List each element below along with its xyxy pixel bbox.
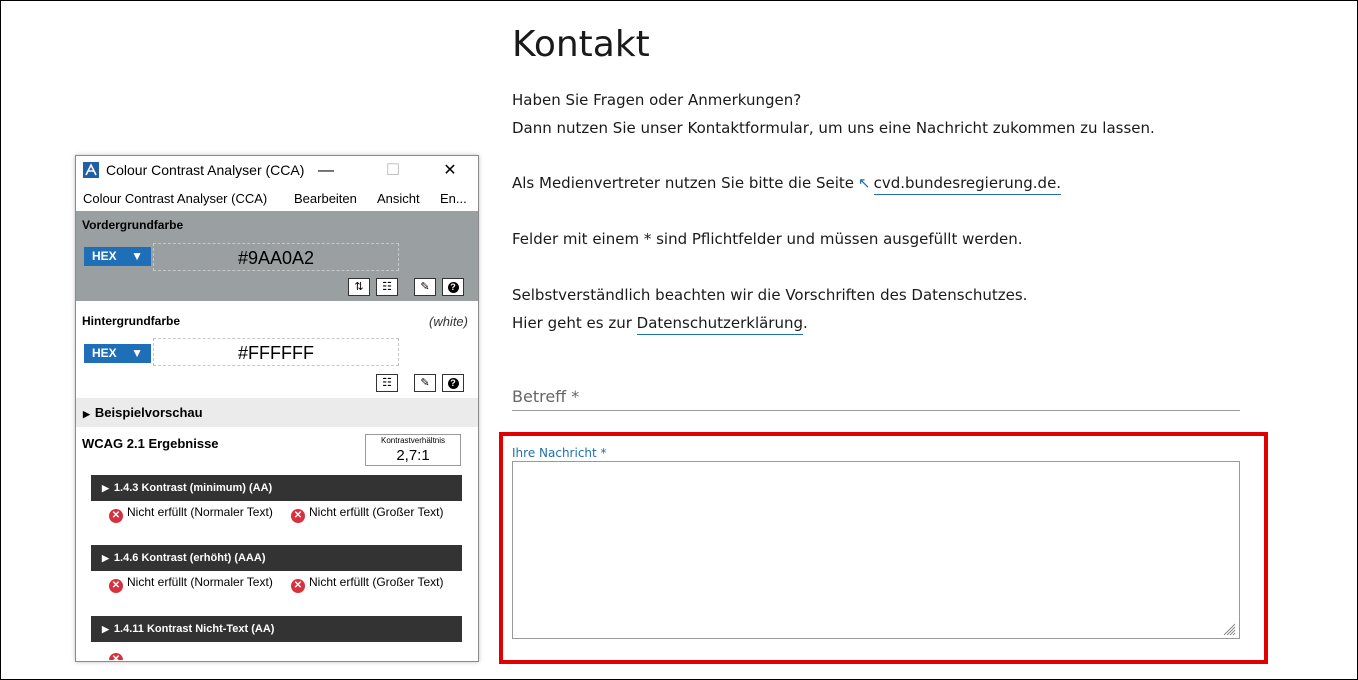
bg-eyedropper-button[interactable]: ✎ <box>414 374 436 392</box>
maximize-button[interactable]: ☐ <box>379 159 407 183</box>
media-paragraph: Als Medienvertreter nutzen Sie bitte die… <box>512 174 1062 195</box>
privacy-line-1: Selbstverständlich beachten wir die Vors… <box>512 286 1028 304</box>
ratio-value: 2,7:1 <box>396 447 430 464</box>
fail-icon: ✕ <box>109 579 123 593</box>
swap-button[interactable]: ⇅ <box>348 278 370 296</box>
result-normal-1-4-6: ✕ Nicht erfüllt (Normaler Text) <box>109 576 274 593</box>
intro-line-1: Haben Sie Fragen oder Anmerkungen? <box>512 91 802 109</box>
cca-titlebar[interactable]: Colour Contrast Analyser (CCA) — ☐ ✕ <box>76 156 478 186</box>
intro-line-2: Dann nutzen Sie unser Kontaktformular, u… <box>512 119 1155 137</box>
result-text: Nicht erfüllt (Normaler Text) <box>127 505 273 519</box>
cca-window: Colour Contrast Analyser (CCA) — ☐ ✕ Col… <box>75 155 479 662</box>
fail-icon: ✕ <box>109 653 123 660</box>
criterion-title: 1.4.3 Kontrast (minimum) (AA) <box>113 482 273 494</box>
preview-text: Beispielvorschau <box>94 405 203 420</box>
bg-help-button[interactable]: ? <box>442 374 464 392</box>
criterion-1-4-3[interactable]: ▶ 1.4.3 Kontrast (minimum) (AA) <box>91 475 462 501</box>
subject-field[interactable] <box>512 410 1240 411</box>
chevron-down-icon: ▼ <box>131 346 143 360</box>
result-large-1-4-6: ✕ Nicht erfüllt (Großer Text) <box>291 576 471 593</box>
background-format-select[interactable]: HEX ▼ <box>84 344 151 363</box>
criterion-title: 1.4.6 Kontrast (erhöht) (AAA) <box>113 552 266 564</box>
fail-icon: ✕ <box>109 509 123 523</box>
background-format-value: HEX <box>92 346 117 360</box>
message-field-label: Ihre Nachricht * <box>512 446 607 460</box>
background-color-name: (white) <box>428 314 468 329</box>
fail-icon: ✕ <box>291 579 305 593</box>
privacy-line-2: Hier geht es zur Datenschutzerklärung. <box>512 314 808 335</box>
sliders-icon: ☷ <box>382 281 392 293</box>
results-heading: WCAG 2.1 Ergebnisse <box>82 436 219 451</box>
required-note: Felder mit einem * sind Pflichtfelder un… <box>512 230 1023 248</box>
chevron-down-icon: ▼ <box>131 249 143 263</box>
cca-app-icon <box>83 162 99 178</box>
fg-help-button[interactable]: ? <box>442 278 464 296</box>
menu-app[interactable]: Colour Contrast Analyser (CCA) <box>83 191 267 206</box>
background-label: Hintergrundfarbe <box>82 314 181 328</box>
subject-field-label[interactable]: Betreff * <box>512 387 579 406</box>
page-title: Kontakt <box>512 24 650 65</box>
message-textarea[interactable] <box>512 461 1240 639</box>
privacy-prefix: Hier geht es zur <box>512 314 632 332</box>
result-row-1-4-11-clipped: ✕ <box>109 650 469 660</box>
result-text: Nicht erfüllt (Großer Text) <box>309 575 444 589</box>
result-text: Nicht erfüllt (Normaler Text) <box>127 575 273 589</box>
privacy-link[interactable]: Datenschutzerklärung <box>636 314 804 335</box>
triangle-right-icon: ▶ <box>83 409 90 419</box>
foreground-label: Vordergrundfarbe <box>82 218 184 232</box>
preview-toggle[interactable]: ▶ Beispielvorschau <box>76 398 478 427</box>
menu-bearbeiten[interactable]: Bearbeiten <box>294 191 357 206</box>
triangle-right-icon: ▶ <box>102 483 109 493</box>
result-large-1-4-3: ✕ Nicht erfüllt (Großer Text) <box>291 506 471 523</box>
media-text: Als Medienvertreter nutzen Sie bitte die… <box>512 174 854 192</box>
resize-grip-icon[interactable] <box>1222 622 1236 636</box>
background-hex-input[interactable]: #FFFFFF <box>153 338 399 366</box>
cca-menubar: Colour Contrast Analyser (CCA) Bearbeite… <box>76 186 478 211</box>
preview-label: ▶ Beispielvorschau <box>83 405 203 420</box>
criterion-1-4-6[interactable]: ▶ 1.4.6 Kontrast (erhöht) (AAA) <box>91 545 462 571</box>
foreground-panel: Vordergrundfarbe HEX ▼ #9AA0A2 ⇅ ☷ ✎ ? <box>76 211 478 301</box>
menu-more[interactable]: En... <box>440 191 467 206</box>
ratio-caption: Kontrastverhältnis <box>380 436 446 445</box>
fg-sliders-button[interactable]: ☷ <box>376 278 398 296</box>
foreground-hex-input[interactable]: #9AA0A2 <box>153 243 399 271</box>
help-icon: ? <box>447 378 459 389</box>
minimize-button[interactable]: — <box>312 159 340 183</box>
result-normal-1-4-3: ✕ Nicht erfüllt (Normaler Text) <box>109 506 274 523</box>
bg-sliders-button[interactable]: ☷ <box>376 374 398 392</box>
triangle-right-icon: ▶ <box>102 624 109 634</box>
criterion-1-4-11[interactable]: ▶ 1.4.11 Kontrast Nicht-Text (AA) <box>91 616 462 642</box>
help-icon: ? <box>447 282 459 293</box>
swap-icon: ⇅ <box>354 281 364 293</box>
criterion-title: 1.4.11 Kontrast Nicht-Text (AA) <box>113 623 275 635</box>
eyedropper-icon: ✎ <box>420 281 430 293</box>
media-link[interactable]: cvd.bundesregierung.de. <box>873 174 1062 195</box>
contrast-ratio-box: Kontrastverhältnis 2,7:1 <box>365 434 461 466</box>
background-panel: Hintergrundfarbe (white) HEX ▼ #FFFFFF ☷… <box>76 301 478 398</box>
privacy-suffix: . <box>803 314 808 332</box>
close-button[interactable]: ✕ <box>436 159 464 183</box>
foreground-format-select[interactable]: HEX ▼ <box>84 247 151 266</box>
sliders-icon: ☷ <box>382 377 392 389</box>
menu-ansicht[interactable]: Ansicht <box>377 191 420 206</box>
result-text: Nicht erfüllt (Großer Text) <box>309 505 444 519</box>
cca-window-title: Colour Contrast Analyser (CCA) <box>106 162 305 178</box>
triangle-right-icon: ▶ <box>102 553 109 563</box>
foreground-format-value: HEX <box>92 249 117 263</box>
fail-icon: ✕ <box>291 509 305 523</box>
external-link-arrow-icon: ↖ <box>858 174 871 192</box>
eyedropper-icon: ✎ <box>420 377 430 389</box>
fg-eyedropper-button[interactable]: ✎ <box>414 278 436 296</box>
